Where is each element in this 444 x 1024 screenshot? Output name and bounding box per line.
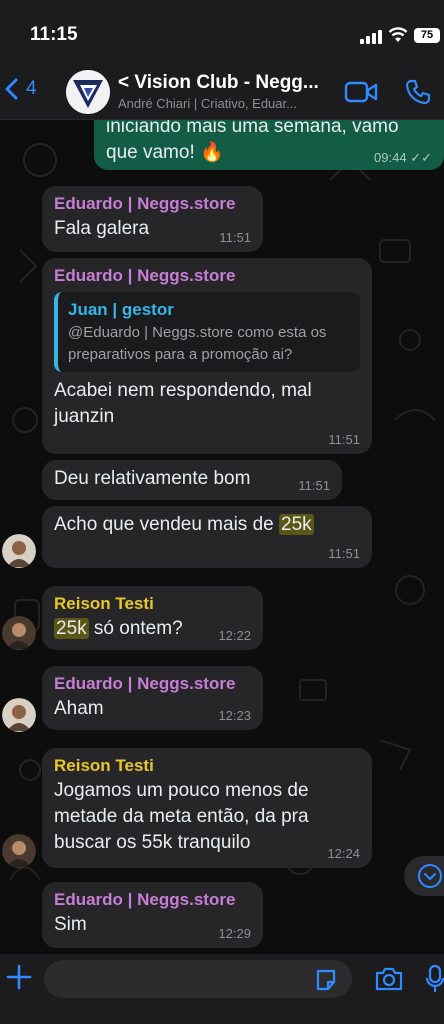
group-avatar[interactable] (66, 70, 110, 114)
avatar-eduardo[interactable] (2, 698, 36, 732)
highlighted-text: 25k (54, 618, 89, 639)
status-bar: 11:15 75 (0, 0, 444, 66)
avatar-reison[interactable] (2, 616, 36, 650)
outgoing-message[interactable]: iniciando mais uma semana, vamo que vamo… (94, 120, 444, 170)
message-text: Acho que vendeu mais de 25k (54, 514, 314, 535)
chevron-left-icon (5, 78, 18, 100)
message-text: iniciando mais uma semana, vamo (106, 120, 399, 137)
incoming-message[interactable]: Eduardo | Neggs.store Fala galera 11:51 (42, 186, 263, 252)
incoming-message[interactable]: Reison Testi Jogamos um pouco menos de m… (42, 748, 372, 868)
microphone-icon[interactable] (426, 964, 444, 994)
quoted-text: @Eduardo | Neggs.store como esta os prep… (68, 324, 327, 363)
read-receipt-icon: ✓✓ (410, 150, 432, 165)
incoming-message[interactable]: Eduardo | Neggs.store Juan | gestor @Edu… (42, 258, 372, 454)
incoming-message[interactable]: Acho que vendeu mais de 25k 11:51 (42, 506, 372, 568)
sender-name: Reison Testi (54, 756, 154, 775)
battery-icon: 75 (414, 28, 440, 43)
cellular-signal-icon (360, 30, 382, 44)
highlighted-text: 25k (279, 514, 314, 535)
message-text: Deu relativamente bom (54, 468, 251, 489)
chat-title[interactable]: < Vision Club - Negg... (118, 72, 338, 94)
phone-icon[interactable] (404, 78, 432, 106)
message-composer (0, 954, 444, 1024)
avatar-eduardo[interactable] (2, 534, 36, 568)
message-text: Jogamos um pouco menos de metade da meta… (54, 780, 309, 853)
quoted-reply[interactable]: Juan | gestor @Eduardo | Neggs.store com… (54, 292, 360, 372)
sender-name: Eduardo | Neggs.store (54, 674, 236, 693)
unread-count: 4 (26, 78, 37, 99)
wifi-icon (388, 27, 408, 42)
message-time: 09:44 ✓✓ (374, 150, 432, 165)
chevron-down-icon (418, 864, 442, 888)
message-time: 11:51 (328, 432, 360, 447)
message-input[interactable] (44, 960, 352, 998)
sender-name: Reison Testi (54, 594, 154, 613)
message-time: 12:29 (218, 926, 251, 941)
scroll-to-bottom-button[interactable] (404, 856, 444, 896)
plus-icon[interactable] (6, 964, 32, 990)
incoming-message[interactable]: Deu relativamente bom 11:51 (42, 460, 342, 500)
chat-header: 4 < Vision Club - Negg... André Chiari |… (0, 66, 444, 120)
message-text: Acabei nem respondendo, mal juanzin (54, 380, 312, 427)
video-call-icon[interactable] (344, 80, 378, 104)
message-time: 12:23 (218, 708, 251, 723)
chat-participants[interactable]: André Chiari | Criativo, Eduar... (118, 96, 338, 111)
incoming-message[interactable]: Eduardo | Neggs.store Aham 12:23 (42, 666, 263, 730)
back-button[interactable]: 4 (4, 78, 37, 100)
sender-name: Eduardo | Neggs.store (54, 194, 236, 213)
incoming-message[interactable]: Eduardo | Neggs.store Sim 12:29 (42, 882, 263, 948)
camera-icon[interactable] (374, 966, 404, 992)
quoted-sender: Juan | gestor (68, 300, 174, 319)
vision-club-logo (66, 70, 110, 114)
message-time: 11:51 (219, 230, 251, 245)
message-time: 12:24 (327, 846, 360, 861)
status-time: 11:15 (30, 24, 78, 45)
sender-name: Eduardo | Neggs.store (54, 266, 236, 285)
sticker-icon[interactable] (314, 968, 338, 992)
message-time: 11:51 (298, 478, 330, 493)
message-time: 11:51 (328, 546, 360, 561)
incoming-message[interactable]: Reison Testi 25k só ontem? 12:22 (42, 586, 263, 650)
avatar-reison[interactable] (2, 834, 36, 868)
sender-name: Eduardo | Neggs.store (54, 890, 236, 909)
chat-messages[interactable]: iniciando mais uma semana, vamo que vamo… (0, 120, 444, 954)
message-time: 12:22 (218, 628, 251, 643)
